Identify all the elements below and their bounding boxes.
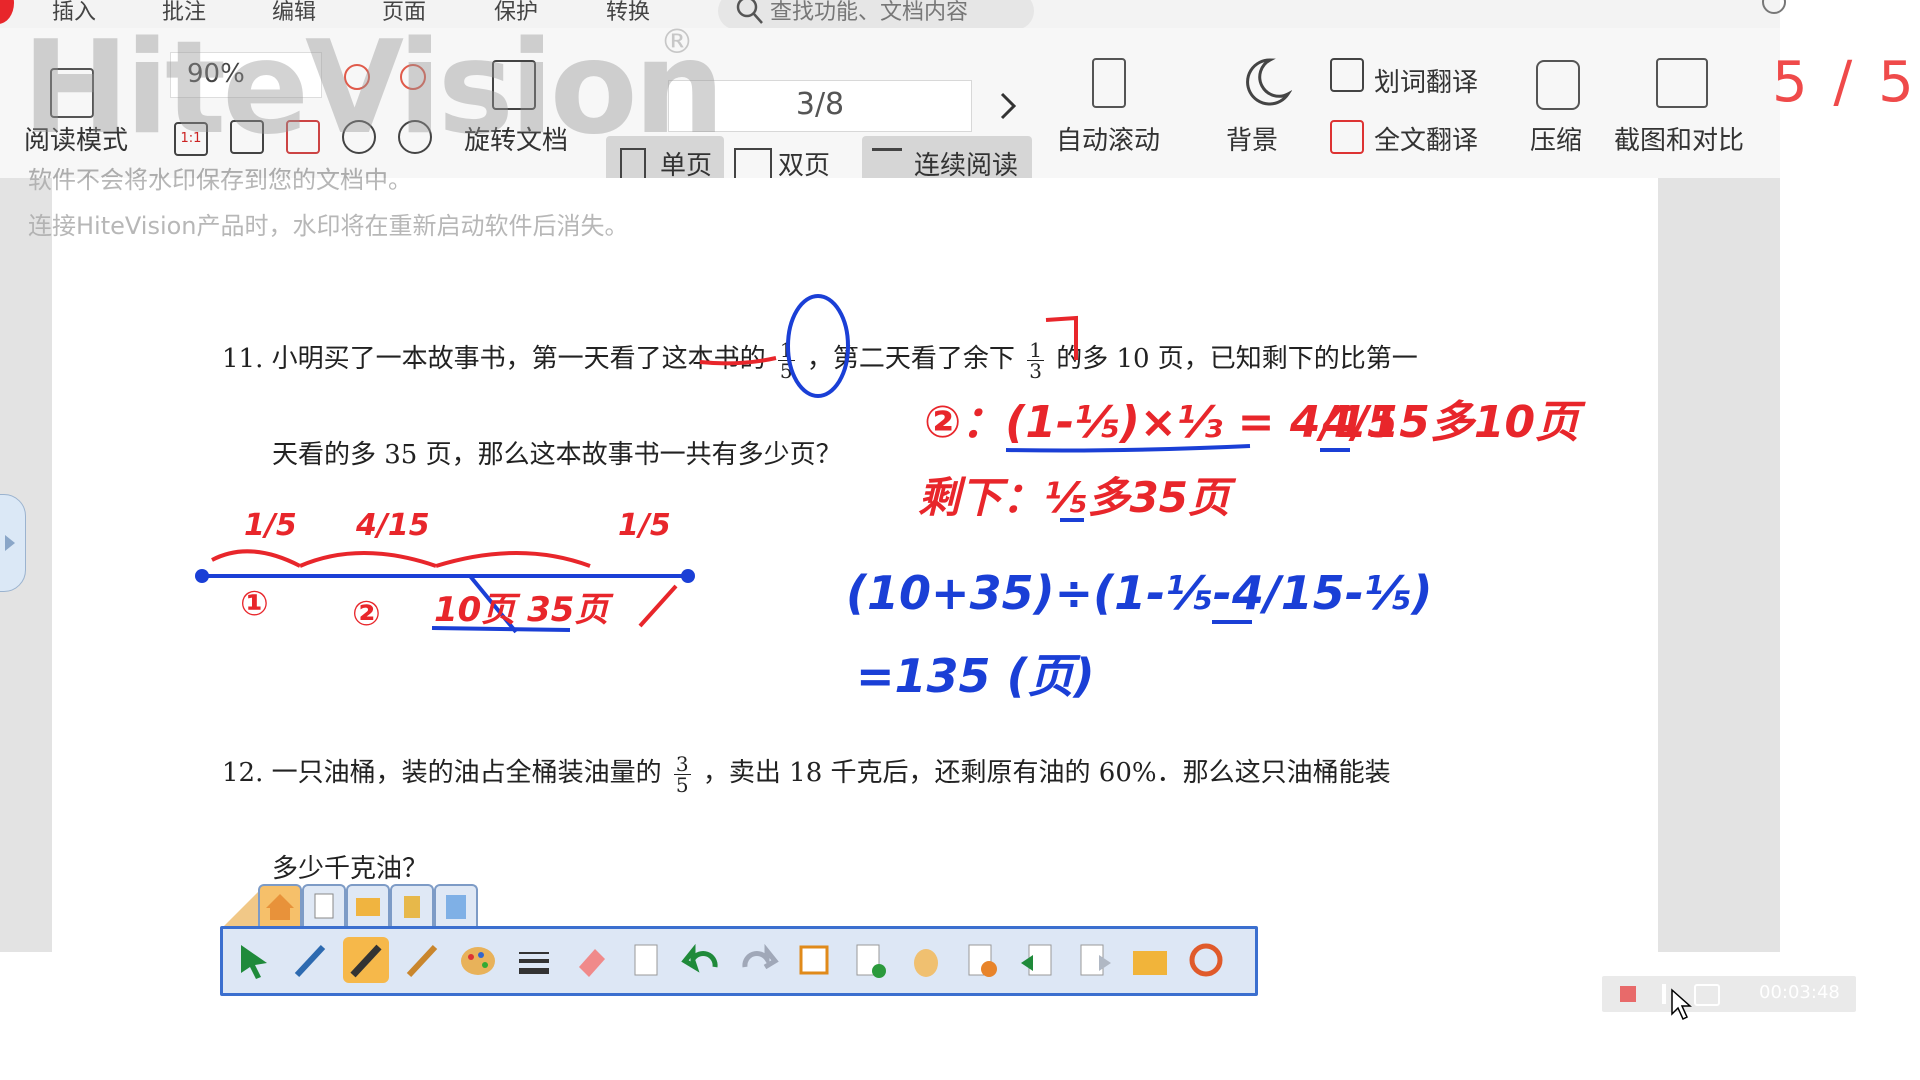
page-tab-icon[interactable] [302, 884, 346, 928]
handwriting-mark1: ① [240, 584, 269, 624]
hand-pan-icon[interactable] [903, 937, 949, 983]
handwriting-seg3: 1/5 [618, 508, 671, 543]
camera-icon[interactable] [1694, 984, 1720, 1006]
undo-icon[interactable] [679, 937, 725, 983]
line-style-icon[interactable] [511, 937, 557, 983]
mouse-cursor-icon [1671, 988, 1692, 1021]
prev-page-icon[interactable] [1015, 937, 1061, 983]
handwriting-mark3: 10页 35页 [434, 590, 609, 630]
handwriting-seg2: 4/15 [356, 508, 430, 543]
edit-note-icon[interactable] [791, 937, 837, 983]
next-page-icon[interactable] [1071, 937, 1117, 983]
stop-record-icon[interactable] [1620, 986, 1636, 1002]
handwriting-note1: 4/15多10页 [1322, 397, 1580, 448]
palette-icon[interactable] [455, 937, 501, 983]
handwriting-eq2: 剩下：⅕多35页 [918, 473, 1230, 522]
select-arrow-icon[interactable] [231, 937, 277, 983]
home-tab-icon[interactable] [258, 884, 302, 928]
brush-icon[interactable] [399, 937, 445, 983]
hard-pen-icon[interactable] [343, 937, 389, 983]
pause-record-icon[interactable] [1662, 984, 1666, 1004]
smart-pen-icon[interactable] [287, 937, 333, 983]
new-page-icon[interactable] [847, 937, 893, 983]
pen-toolbar [220, 926, 1258, 996]
export-tab-icon[interactable] [434, 884, 478, 928]
record-time: 00:03:48 [1759, 982, 1840, 1003]
handwriting-blue-eq2: =135 (页) [856, 649, 1095, 703]
folder-tab-icon[interactable] [346, 884, 390, 928]
tab-corner [222, 888, 262, 928]
clear-page-icon[interactable] [623, 937, 669, 983]
open-folder-icon[interactable] [1127, 937, 1173, 983]
refresh-icon[interactable] [1183, 937, 1229, 983]
tools-tab-icon[interactable] [390, 884, 434, 928]
handwriting-seg1: 1/5 [244, 508, 297, 543]
redo-icon[interactable] [735, 937, 781, 983]
handwriting-blue-eq1: (10+35)÷(1-⅕-4/15-⅕) [846, 566, 1433, 620]
play-page-icon[interactable] [959, 937, 1005, 983]
handwriting-mark2: ② [352, 594, 381, 634]
screen-recorder-bar: 00:03:48 [1602, 976, 1856, 1012]
eraser-icon[interactable] [567, 937, 613, 983]
